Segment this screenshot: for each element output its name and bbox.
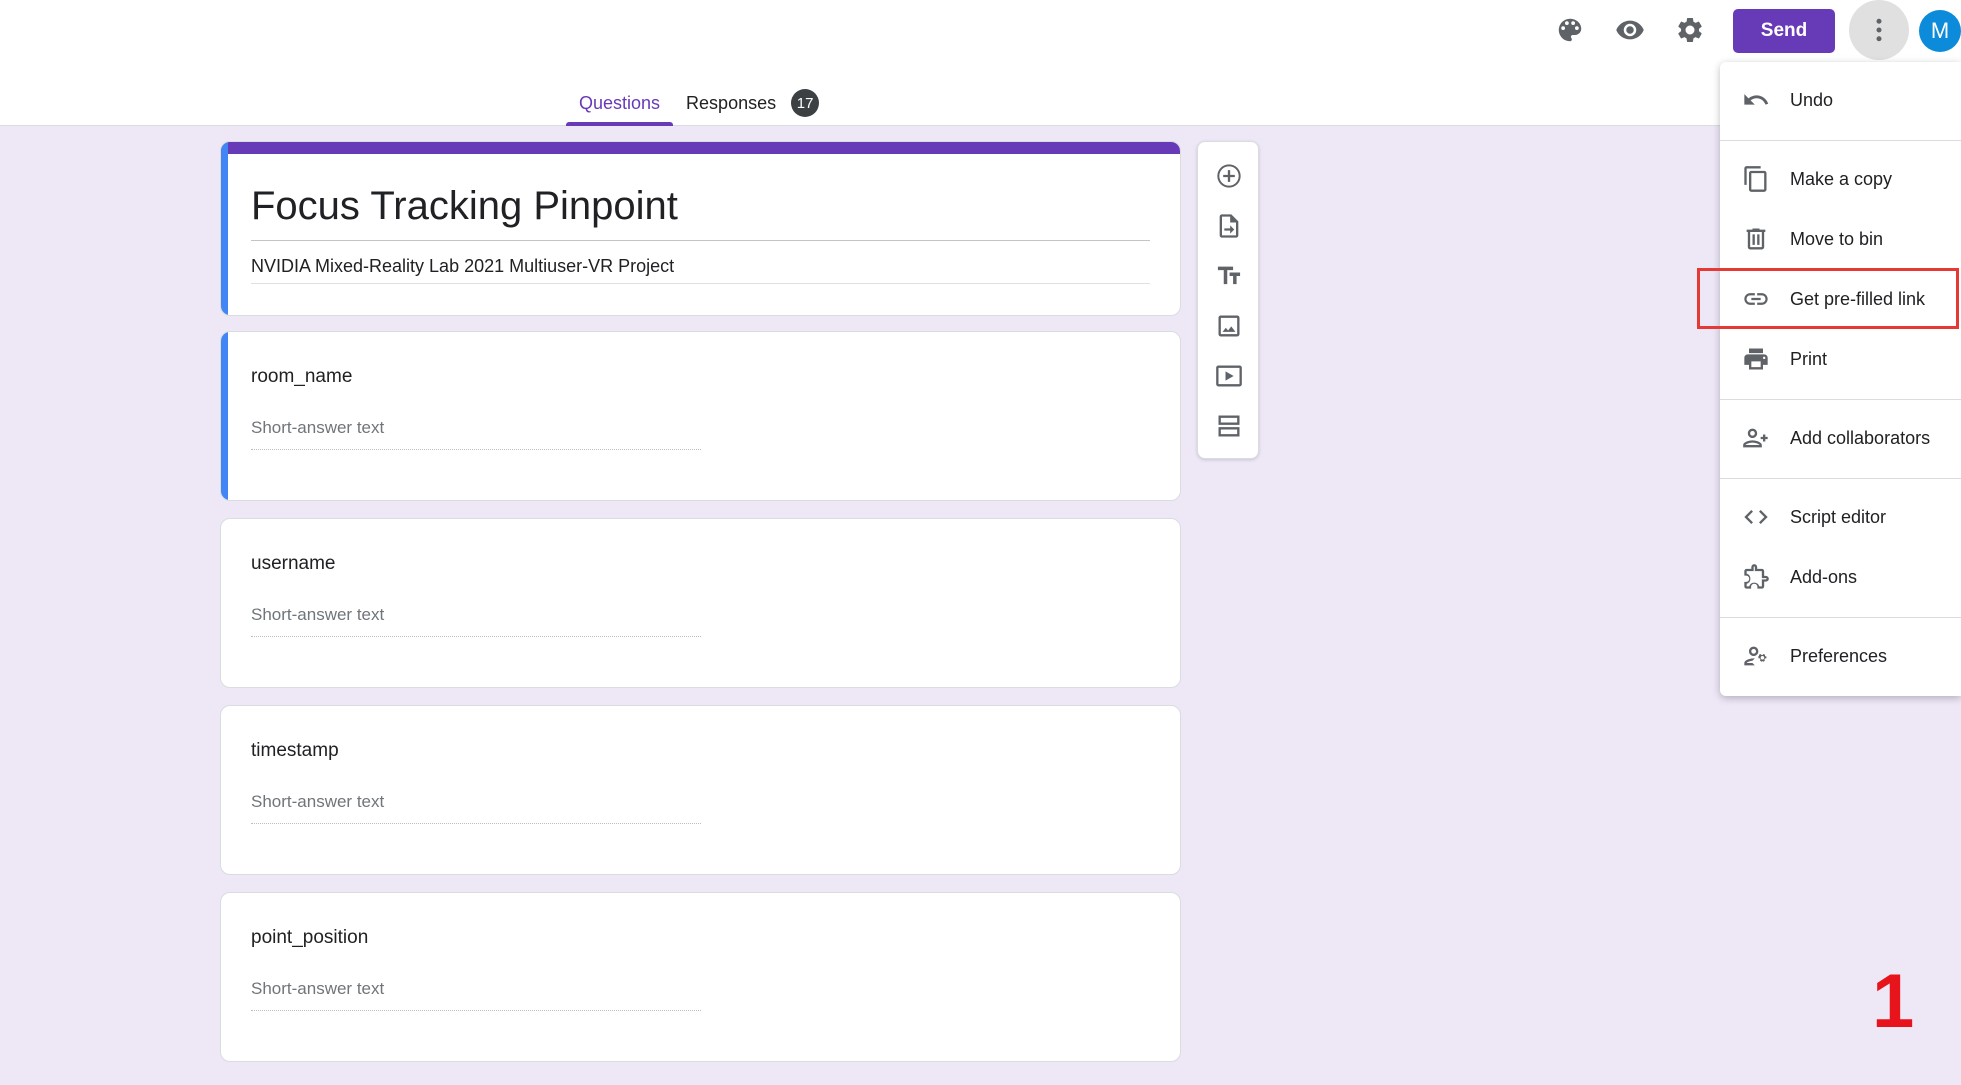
add-people-icon [1743, 428, 1768, 448]
menu-item-label: Print [1790, 348, 1828, 369]
import-questions-icon[interactable] [1209, 206, 1249, 246]
undo-icon [1744, 94, 1769, 105]
question-title[interactable]: room_name [251, 366, 352, 388]
tab-label: Questions [579, 92, 661, 113]
short-answer-field: Short-answer text [251, 418, 701, 450]
add-image-icon[interactable] [1209, 306, 1249, 346]
tab-responses[interactable]: Responses 17 [673, 80, 832, 126]
form-header-card[interactable]: Focus Tracking Pinpoint NVIDIA Mixed-Rea… [220, 141, 1181, 316]
form-title[interactable]: Focus Tracking Pinpoint [251, 184, 678, 229]
add-section-icon[interactable] [1209, 406, 1249, 446]
question-title[interactable]: timestamp [251, 740, 339, 762]
divider [251, 283, 1150, 284]
avatar[interactable]: M [1919, 10, 1961, 52]
question-title[interactable]: point_position [251, 927, 368, 949]
short-answer-field: Short-answer text [251, 979, 701, 1011]
more-vert-icon[interactable] [1849, 0, 1909, 60]
question-card[interactable]: point_position Short-answer text [220, 892, 1181, 1062]
add-title-icon[interactable] [1209, 256, 1249, 296]
divider [251, 240, 1150, 241]
divider [1720, 140, 1961, 141]
divider [1720, 617, 1961, 618]
preview-icon[interactable] [1606, 6, 1654, 54]
accent-strip [221, 142, 1180, 154]
question-card[interactable]: room_name Short-answer text [220, 331, 1181, 501]
palette-icon[interactable] [1546, 6, 1594, 54]
menu-item-label: Add-ons [1790, 566, 1858, 587]
responses-count-badge: 17 [791, 89, 820, 117]
tab-questions[interactable]: Questions [566, 80, 674, 126]
top-bar: Send M Questions Responses 17 [0, 0, 1961, 126]
menu-item-print[interactable]: Print [1720, 331, 1961, 387]
copy-icon [1744, 166, 1767, 192]
tab-label: Responses [686, 92, 777, 113]
question-card[interactable]: timestamp Short-answer text [220, 705, 1181, 875]
form-description[interactable]: NVIDIA Mixed-Reality Lab 2021 Multiuser-… [251, 256, 674, 277]
send-button[interactable]: Send [1733, 9, 1835, 53]
menu-item-add-ons[interactable]: Add-ons [1720, 549, 1961, 605]
person-settings-icon [1744, 646, 1767, 666]
add-question-icon[interactable] [1209, 156, 1249, 196]
menu-item-label: Add collaborators [1790, 427, 1931, 448]
menu-item-make-a-copy[interactable]: Make a copy [1720, 151, 1961, 207]
step-number: 1 [1872, 959, 1915, 1044]
short-answer-field: Short-answer text [251, 792, 701, 824]
selected-indicator [221, 142, 228, 315]
menu-item-label: Move to bin [1790, 228, 1884, 249]
divider [1720, 478, 1961, 479]
print-icon [1744, 348, 1768, 370]
menu-item-move-to-bin[interactable]: Move to bin [1720, 211, 1961, 267]
menu-item-label: Script editor [1790, 506, 1887, 527]
menu-item-label: Preferences [1790, 645, 1888, 666]
trash-icon [1746, 228, 1766, 250]
highlight-box [1697, 268, 1959, 329]
question-card[interactable]: username Short-answer text [220, 518, 1181, 688]
code-icon [1744, 510, 1768, 524]
puzzle-icon [1744, 564, 1769, 589]
divider [1720, 399, 1961, 400]
settings-icon[interactable] [1666, 6, 1714, 54]
menu-item-preferences[interactable]: Preferences [1720, 628, 1961, 684]
question-title[interactable]: username [251, 553, 336, 575]
menu-item-label: Make a copy [1790, 168, 1893, 189]
floating-toolbar [1197, 141, 1259, 459]
add-video-icon[interactable] [1209, 356, 1249, 396]
more-options-menu: Undo Make a copy Move to bin Get pre-fil… [1720, 62, 1961, 696]
menu-item-label: Undo [1790, 89, 1834, 110]
menu-item-script-editor[interactable]: Script editor [1720, 489, 1961, 545]
menu-item-undo[interactable]: Undo [1720, 72, 1961, 128]
selected-indicator [221, 332, 228, 500]
short-answer-field: Short-answer text [251, 605, 701, 637]
form-tabs: Questions Responses 17 [566, 80, 832, 126]
menu-item-add-collaborators[interactable]: Add collaborators [1720, 410, 1961, 466]
